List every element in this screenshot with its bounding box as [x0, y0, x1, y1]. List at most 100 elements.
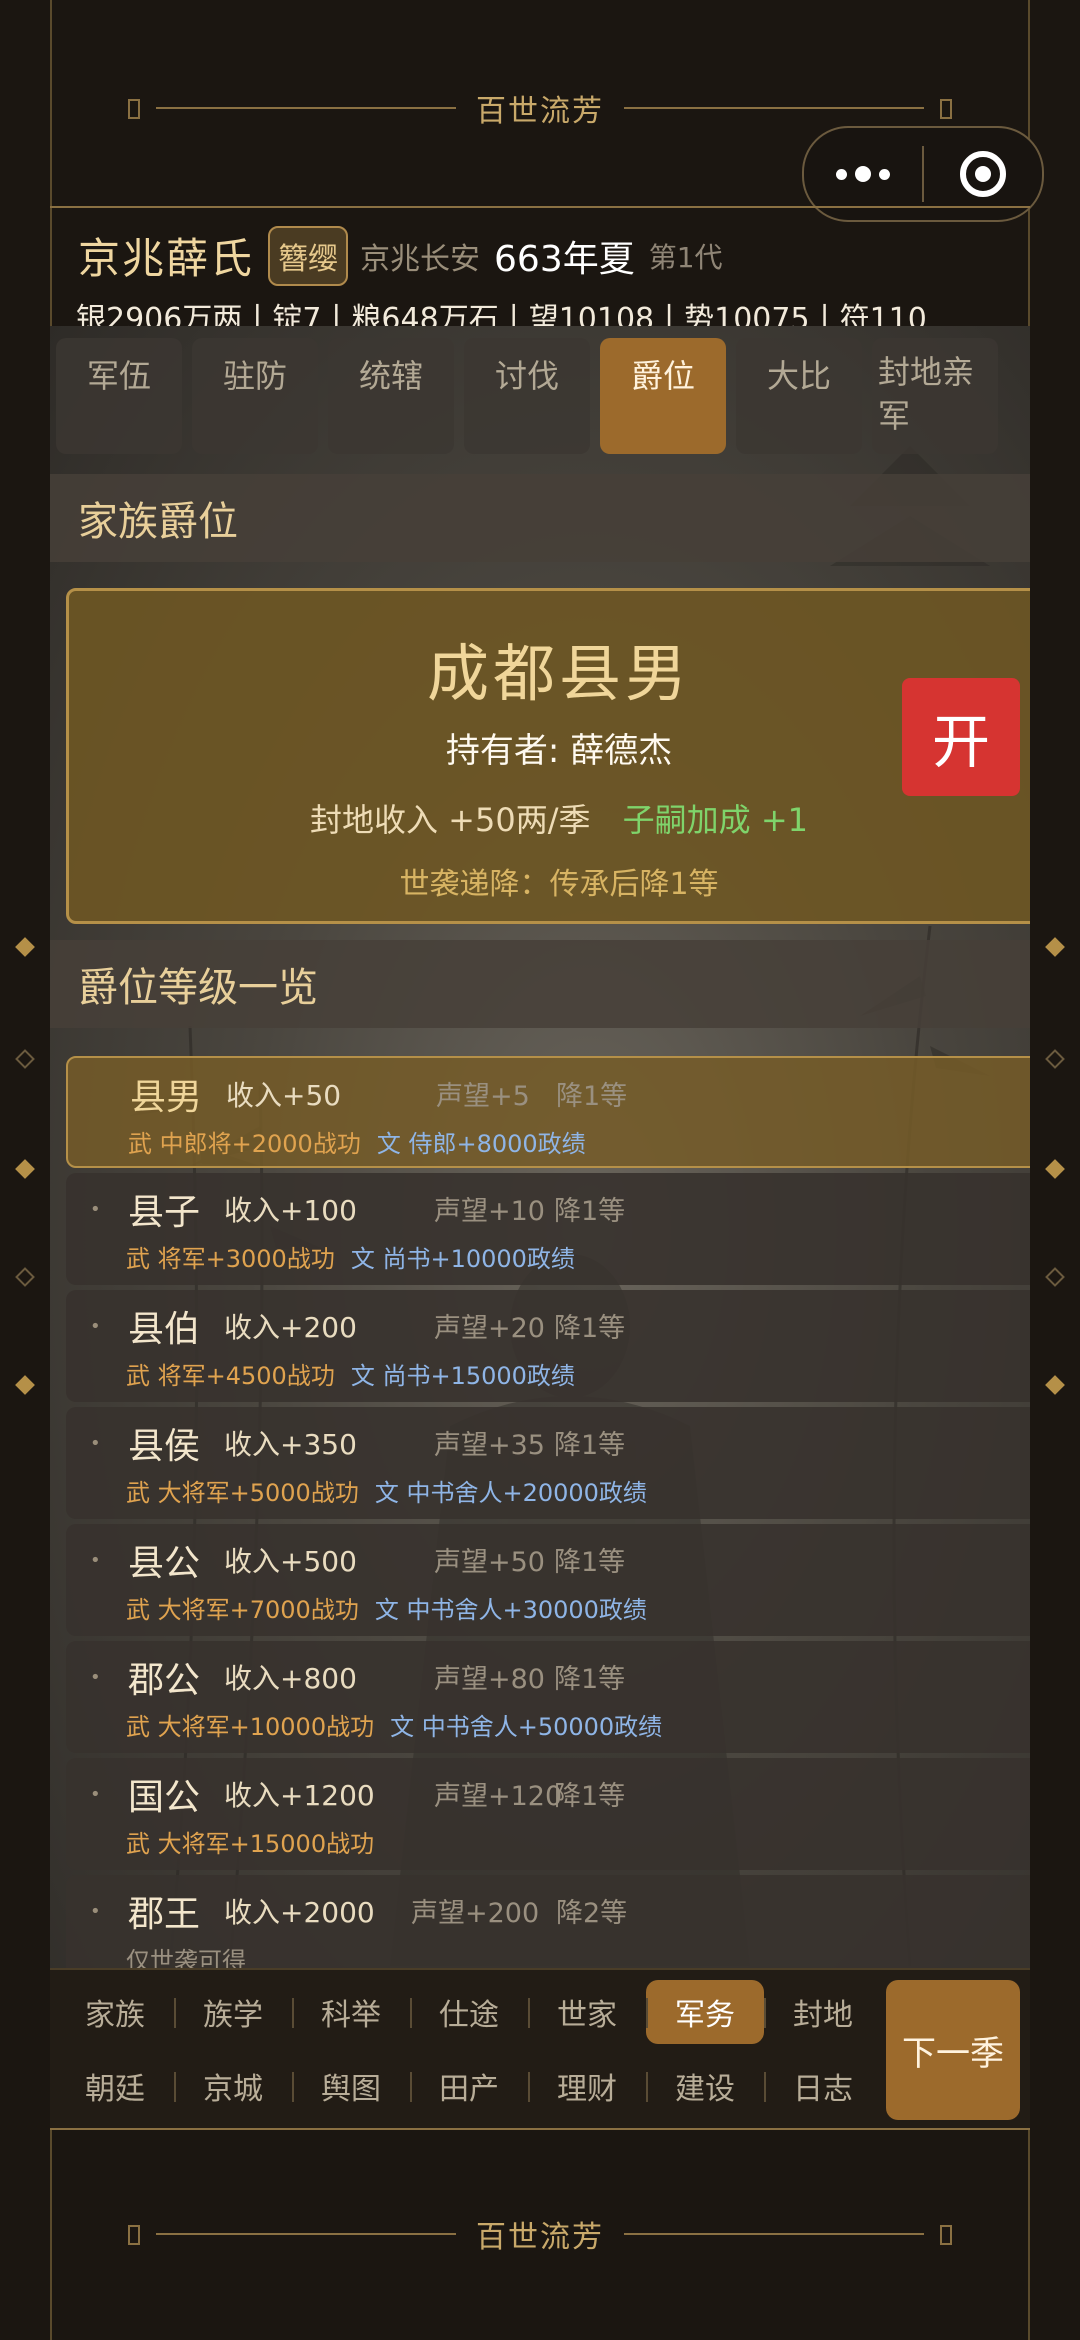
section-rank-list: 爵位等级一览: [50, 940, 1030, 1028]
open-button[interactable]: 开: [902, 678, 1020, 796]
civil-requirement: 文 中书舍人+50000政绩: [390, 1713, 663, 1741]
nav-item[interactable]: 建设: [646, 2054, 764, 2118]
rank-decline: 降1等: [554, 1196, 626, 1227]
more-icon[interactable]: [804, 166, 922, 182]
rank-requirements: 武 将军+3000战功文 尚书+10000政绩: [126, 1239, 575, 1274]
rank-item[interactable]: • 国公 收入+1200 声望+120 降1等武 大将军+15000战功: [66, 1758, 1030, 1870]
rank-requirements: 武 大将军+5000战功文 中书舍人+20000政绩: [126, 1473, 647, 1508]
rank-prestige: 声望+5: [436, 1081, 530, 1112]
nav-item[interactable]: 军务: [646, 1980, 764, 2044]
military-requirement: 武 将军+4500战功: [126, 1362, 335, 1390]
rank-prestige: 声望+50: [434, 1547, 545, 1578]
nav-item[interactable]: 仕途: [410, 1980, 528, 2044]
military-requirement: 武 中郎将+2000战功: [128, 1130, 361, 1158]
rank-item[interactable]: • 县侯 收入+350 声望+35 降1等武 大将军+5000战功文 中书舍人+2000…: [66, 1407, 1030, 1519]
bottom-navigation: 家族 族学 科举 仕途 世家 军务 封地 朝廷 京城 舆图 田产 理财 建设 日志 下一季: [50, 1968, 1030, 2128]
nav-item[interactable]: 家族: [56, 1980, 174, 2044]
nav-item[interactable]: 日志: [764, 2054, 882, 2118]
rank-prestige: 声望+120: [434, 1781, 563, 1812]
nav-item[interactable]: 田产: [410, 2054, 528, 2118]
heir-bonus: 子嗣加成 +1: [622, 801, 809, 839]
rank-item[interactable]: 县男 收入+50 声望+5 降1等武 中郎将+2000战功文 侍郎+8000政绩: [66, 1056, 1030, 1168]
next-season-button[interactable]: 下一季: [886, 1980, 1020, 2120]
inheritance-decline: 世袭递降：传承后降1等: [399, 867, 719, 902]
nav-item[interactable]: 科举: [292, 1980, 410, 2044]
tab-command[interactable]: 统辖: [328, 338, 454, 454]
tab-campaign[interactable]: 讨伐: [464, 338, 590, 454]
military-tabs: 军伍 驻防 统辖 讨伐 爵位 大比 封地亲军: [50, 338, 1030, 454]
bullet-icon: •: [90, 1433, 101, 1454]
civil-requirement: 文 侍郎+8000政绩: [376, 1130, 586, 1158]
rank-name: 县伯: [128, 1309, 201, 1350]
rank-decline: 降1等: [554, 1547, 626, 1578]
tab-nobility[interactable]: 爵位: [600, 338, 726, 454]
rank-income: 收入+800: [224, 1662, 357, 1695]
banner-title: 百世流芳: [476, 94, 604, 129]
rank-income: 收入+50: [226, 1079, 342, 1112]
rank-requirements: 仅世袭可得: [126, 1941, 246, 1968]
rank-requirements: 武 大将军+15000战功: [126, 1824, 374, 1859]
tab-troops[interactable]: 军伍: [56, 338, 182, 454]
game-date: 663年夏: [494, 238, 635, 280]
nav-item[interactable]: 朝廷: [56, 2054, 174, 2118]
tab-fief-guard[interactable]: 封地亲军: [872, 338, 998, 454]
nav-item[interactable]: 理财: [528, 2054, 646, 2118]
rank-prestige: 声望+200: [411, 1898, 540, 1929]
rank-prestige: 声望+10: [434, 1196, 545, 1227]
rank-name: 县公: [128, 1543, 201, 1584]
rank-item[interactable]: • 郡公 收入+800 声望+80 降1等武 大将军+10000战功文 中书舍人+500…: [66, 1641, 1030, 1753]
rank-decline: 降1等: [556, 1081, 628, 1112]
fief-income: 封地收入 +50两/季: [309, 801, 591, 839]
title-income-line: 封地收入 +50两/季 子嗣加成 +1: [69, 795, 1030, 841]
clan-badge: 簪缨: [268, 225, 349, 286]
footer-line-left: [128, 2225, 456, 2245]
nav-item[interactable]: 世家: [528, 1980, 646, 2044]
bullet-icon: •: [90, 1667, 101, 1688]
rank-requirements: 武 大将军+7000战功文 中书舍人+30000政绩: [126, 1590, 647, 1625]
nav-item[interactable]: 族学: [174, 1980, 292, 2044]
rank-income: 收入+200: [224, 1311, 357, 1344]
bullet-icon: •: [90, 1316, 101, 1337]
clan-location: 京兆长安: [360, 241, 481, 277]
footer-line-right: [624, 2225, 952, 2245]
rank-item[interactable]: • 县子 收入+100 声望+10 降1等武 将军+3000战功文 尚书+10000政绩: [66, 1173, 1030, 1285]
bullet-icon: •: [90, 1901, 101, 1922]
military-requirement: 武 大将军+15000战功: [126, 1830, 375, 1858]
rank-prestige: 声望+35: [434, 1430, 545, 1461]
military-requirement: 武 大将军+5000战功: [126, 1479, 359, 1507]
rank-name: 县子: [128, 1192, 201, 1233]
military-requirement: 武 大将军+10000战功: [126, 1713, 375, 1741]
clan-name: 京兆薛氏: [78, 234, 255, 283]
bullet-icon: •: [90, 1199, 101, 1220]
top-banner: 百世流芳: [50, 86, 1030, 130]
rank-income: 收入+350: [224, 1428, 357, 1461]
clan-header: 京兆薛氏 簪缨 京兆长安 663年夏 第1代: [78, 225, 723, 286]
tab-garrison[interactable]: 驻防: [192, 338, 318, 454]
nav-item[interactable]: 京城: [174, 2054, 292, 2118]
rank-note: 仅世袭可得: [126, 1947, 246, 1968]
rank-requirements: 武 中郎将+2000战功文 侍郎+8000政绩: [128, 1124, 586, 1159]
rank-item[interactable]: • 县伯 收入+200 声望+20 降1等武 将军+4500战功文 尚书+15000政绩: [66, 1290, 1030, 1402]
civil-requirement: 文 尚书+15000政绩: [350, 1362, 575, 1390]
header-divider: [50, 206, 1030, 208]
current-title-name: 成都县男: [426, 637, 691, 710]
military-requirement: 武 大将军+7000战功: [126, 1596, 359, 1624]
tab-tournament[interactable]: 大比: [736, 338, 862, 454]
close-target-icon[interactable]: [924, 151, 1042, 197]
nav-item[interactable]: 封地: [764, 1980, 882, 2044]
footer-divider: [50, 2128, 1030, 2130]
rank-income: 收入+2000: [224, 1896, 375, 1929]
rank-item[interactable]: • 郡王 收入+2000 声望+200 降2等 仅世袭可得: [66, 1875, 1030, 1968]
rank-income: 收入+100: [224, 1194, 357, 1227]
civil-requirement: 文 中书舍人+30000政绩: [374, 1596, 647, 1624]
nav-item[interactable]: 舆图: [292, 2054, 410, 2118]
banner-line-left: [128, 99, 456, 119]
rank-requirements: 武 大将军+10000战功文 中书舍人+50000政绩: [126, 1707, 662, 1742]
rank-decline: 降1等: [554, 1664, 626, 1695]
rank-prestige: 声望+80: [434, 1664, 545, 1695]
bottom-banner: 百世流芳: [50, 2212, 1030, 2256]
rank-item[interactable]: • 县公 收入+500 声望+50 降1等武 大将军+7000战功文 中书舍人+3000…: [66, 1524, 1030, 1636]
rank-income: 收入+1200: [224, 1779, 375, 1812]
rank-decline: 降1等: [554, 1313, 626, 1344]
rank-name: 国公: [128, 1777, 201, 1818]
